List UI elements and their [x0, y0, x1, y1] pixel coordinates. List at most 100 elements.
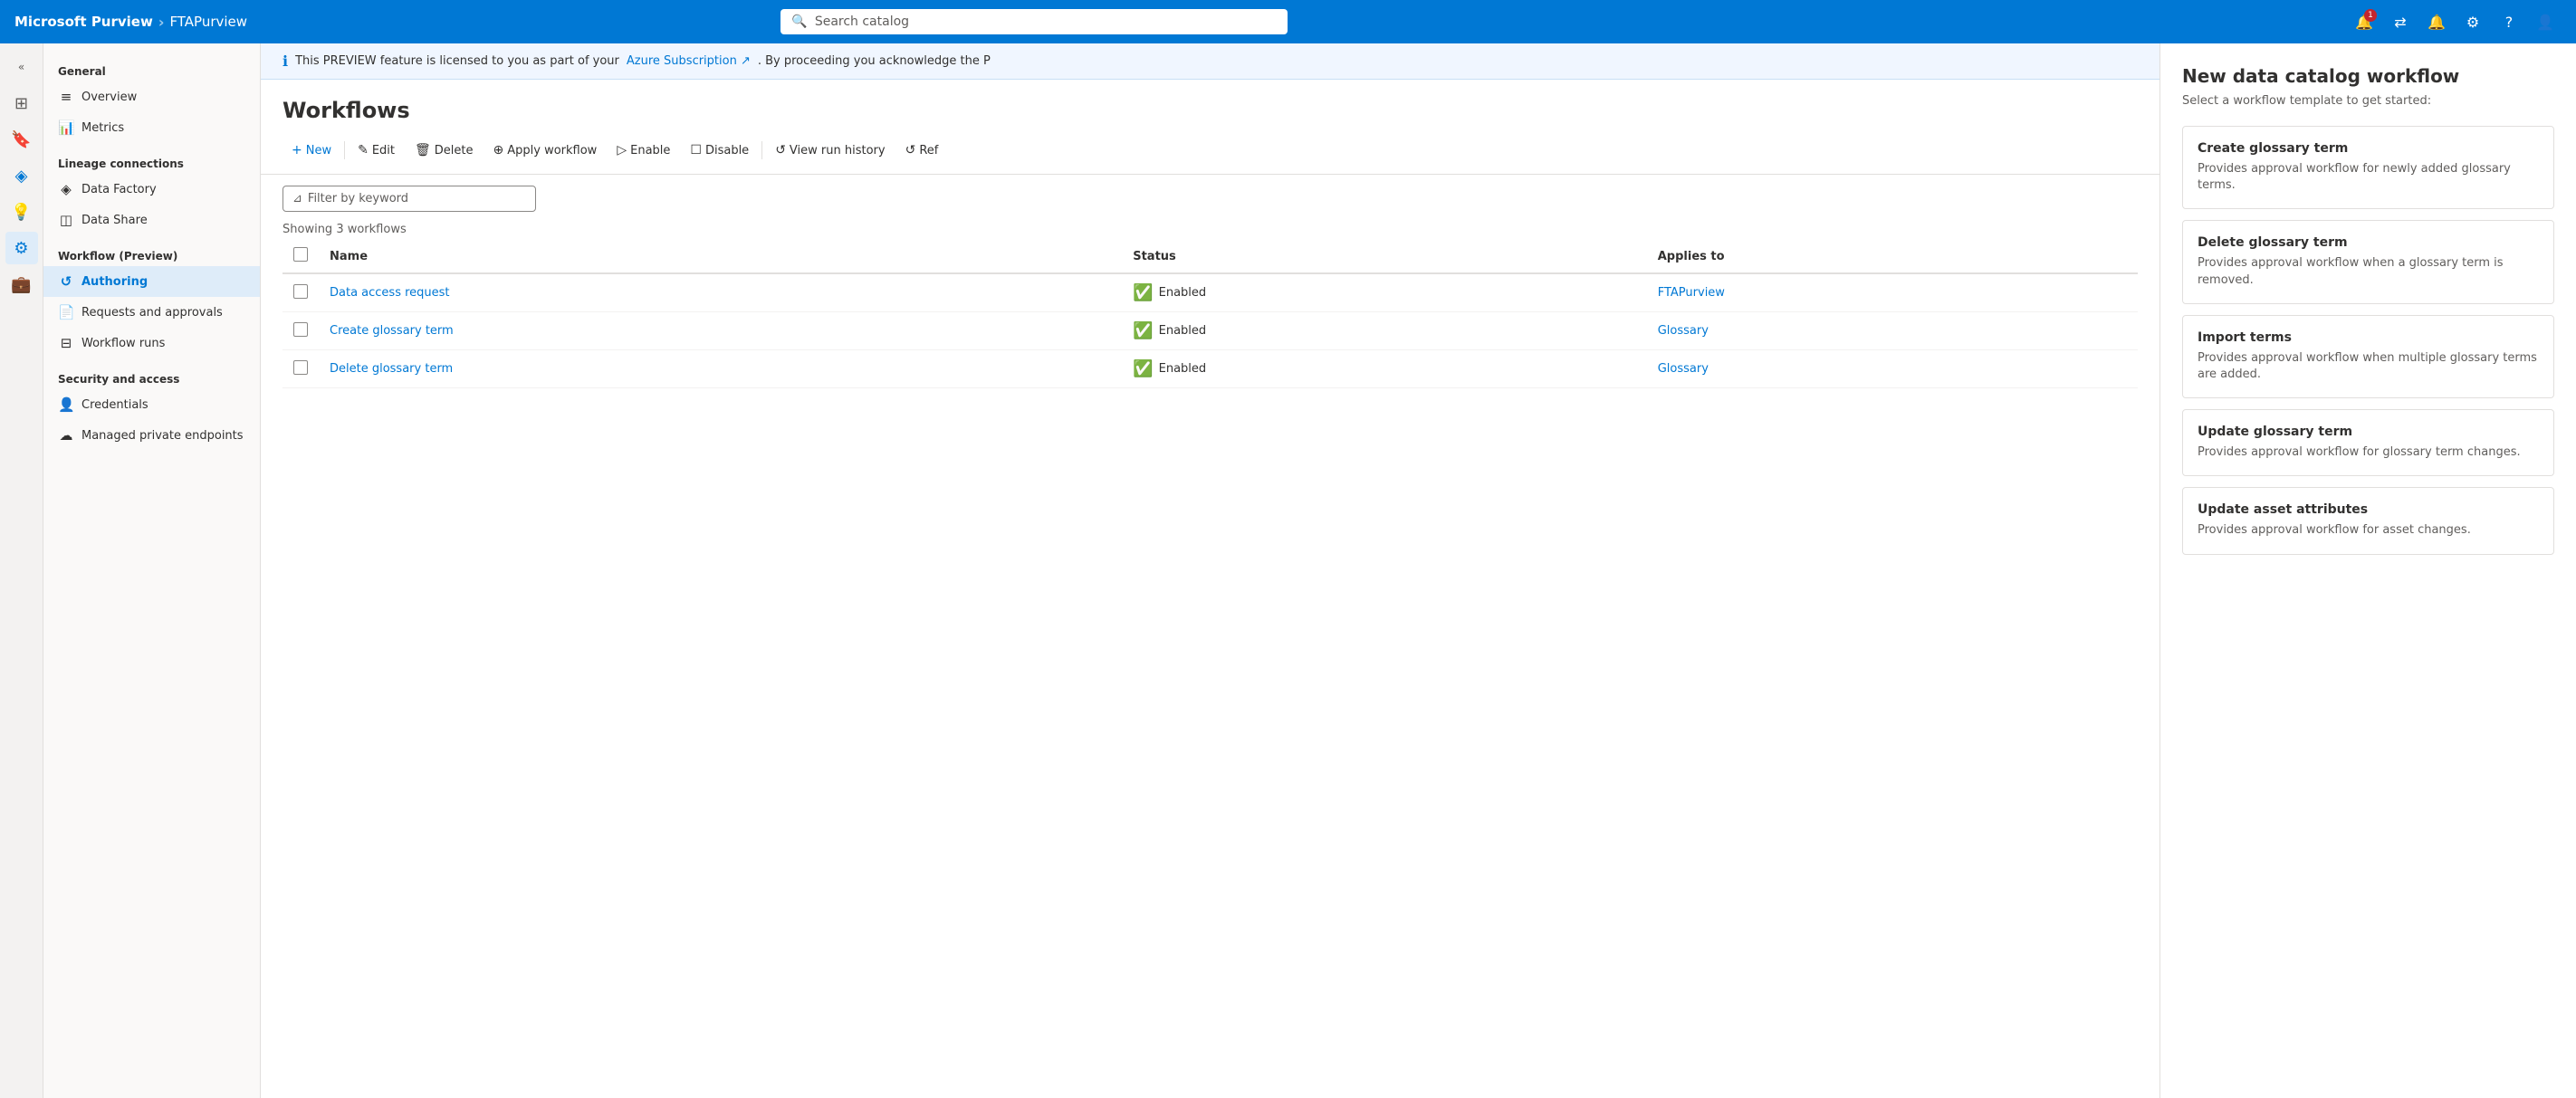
- azure-subscription-link[interactable]: Azure Subscription ↗: [627, 54, 751, 68]
- row-checkbox-0[interactable]: [293, 284, 308, 299]
- leftnav: General ≡ Overview 📊 Metrics Lineage con…: [43, 43, 261, 1098]
- applies-to-link[interactable]: FTAPurview: [1658, 286, 1725, 300]
- enable-button[interactable]: ▷ Enable: [608, 138, 679, 163]
- sidebar-item-data-share-label: Data Share: [81, 214, 148, 227]
- workflow-name-link[interactable]: Data access request: [330, 286, 450, 300]
- sidebar-item-credentials-label: Credentials: [81, 398, 148, 412]
- template-card-3[interactable]: Update glossary term Provides approval w…: [2182, 409, 2554, 476]
- sidebar-item-overview[interactable]: ≡ Overview: [43, 81, 260, 112]
- table-container: Name Status Applies to Data access reque…: [261, 240, 2159, 388]
- brand-sub: FTAPurview: [169, 14, 247, 30]
- refresh-button[interactable]: ↺ Ref: [896, 138, 948, 163]
- security-section-label: Security and access: [43, 358, 260, 389]
- select-all-checkbox[interactable]: [293, 247, 308, 262]
- requests-icon: 📄: [58, 304, 74, 320]
- new-icon: +: [292, 143, 302, 158]
- main-content: ℹ This PREVIEW feature is licensed to yo…: [261, 43, 2159, 1098]
- help-button[interactable]: ?: [2493, 5, 2525, 38]
- enable-label: Enable: [630, 144, 670, 158]
- delete-button[interactable]: 🗑 Delete: [406, 138, 483, 163]
- row-checkbox-cell: [282, 273, 319, 312]
- template-card-desc-4: Provides approval workflow for asset cha…: [2198, 522, 2539, 539]
- table-header: Name Status Applies to: [282, 240, 2138, 273]
- template-card-title-3: Update glossary term: [2198, 425, 2539, 439]
- template-card-4[interactable]: Update asset attributes Provides approva…: [2182, 487, 2554, 554]
- sidebar-item-data-factory[interactable]: ◈ Data Factory: [43, 174, 260, 205]
- workflow-section-label: Workflow (Preview): [43, 235, 260, 266]
- apply-workflow-button[interactable]: ⊕ Apply workflow: [484, 138, 607, 163]
- view-run-history-button[interactable]: ↺ View run history: [766, 138, 894, 163]
- sidebar-item-managed-endpoints-label: Managed private endpoints: [81, 429, 244, 443]
- table-body: Data access request ✅ Enabled FTAPurview…: [282, 273, 2138, 388]
- template-card-desc-0: Provides approval workflow for newly add…: [2198, 161, 2539, 194]
- sidebar-item-workflow-runs-label: Workflow runs: [81, 337, 165, 350]
- catalog-sidebar-button[interactable]: 🔖: [5, 123, 38, 156]
- management-sidebar-button[interactable]: ⚙: [5, 232, 38, 264]
- bell-button[interactable]: 🔔: [2420, 5, 2453, 38]
- lineage-sidebar-button[interactable]: ◈: [5, 159, 38, 192]
- filter-bar: ⊿ Filter by keyword: [261, 175, 2159, 219]
- row-status-cell: ✅ Enabled: [1122, 312, 1647, 350]
- status-label: Enabled: [1159, 362, 1207, 376]
- workflow-name-link[interactable]: Delete glossary term: [330, 362, 453, 376]
- toolbar: + New ✎ Edit 🗑 Delete ⊕ Apply workflow ▷…: [261, 138, 2159, 175]
- delete-icon: 🗑: [415, 143, 431, 158]
- search-icon: 🔍: [791, 14, 807, 29]
- view-run-history-label: View run history: [790, 144, 886, 158]
- toolbar-divider-1: [344, 141, 345, 159]
- sidebar-item-metrics[interactable]: 📊 Metrics: [43, 112, 260, 143]
- sidebar-item-overview-label: Overview: [81, 91, 137, 104]
- overview-icon: ≡: [58, 89, 74, 105]
- notification-button[interactable]: 🔔 1: [2348, 5, 2380, 38]
- edit-icon: ✎: [358, 143, 369, 158]
- row-checkbox-1[interactable]: [293, 322, 308, 337]
- disable-icon: ☐: [690, 143, 702, 158]
- sidebar-item-authoring[interactable]: ↺ Authoring: [43, 266, 260, 297]
- data-factory-icon: ◈: [58, 181, 74, 197]
- home-sidebar-button[interactable]: ⊞: [5, 87, 38, 119]
- row-checkbox-cell: [282, 350, 319, 388]
- banner-text2: . By proceeding you acknowledge the P: [758, 54, 991, 68]
- filter-input[interactable]: ⊿ Filter by keyword: [282, 186, 536, 212]
- row-checkbox-2[interactable]: [293, 360, 308, 375]
- new-button[interactable]: + New: [282, 138, 340, 163]
- insights-sidebar-button[interactable]: 💡: [5, 196, 38, 228]
- refresh-label: Ref: [919, 144, 938, 158]
- icon-sidebar: « ⊞ 🔖 ◈ 💡 ⚙ 💼: [0, 43, 43, 1098]
- edit-label: Edit: [372, 144, 395, 158]
- applies-to-link[interactable]: Glossary: [1658, 362, 1709, 376]
- template-card-2[interactable]: Import terms Provides approval workflow …: [2182, 315, 2554, 398]
- template-card-0[interactable]: Create glossary term Provides approval w…: [2182, 126, 2554, 209]
- sidebar-item-requests-approvals[interactable]: 📄 Requests and approvals: [43, 297, 260, 328]
- profile-button[interactable]: 👤: [2529, 5, 2562, 38]
- brand: Microsoft Purview › FTAPurview: [14, 14, 247, 31]
- sidebar-item-managed-private-endpoints[interactable]: ☁ Managed private endpoints: [43, 420, 260, 451]
- applies-to-link[interactable]: Glossary: [1658, 324, 1709, 338]
- sidebar-item-data-share[interactable]: ◫ Data Share: [43, 205, 260, 235]
- disable-button[interactable]: ☐ Disable: [681, 138, 758, 163]
- banner-text: This PREVIEW feature is licensed to you …: [295, 54, 619, 68]
- template-card-title-4: Update asset attributes: [2198, 502, 2539, 517]
- switch-directory-button[interactable]: ⇄: [2384, 5, 2417, 38]
- row-name-cell: Data access request: [319, 273, 1122, 312]
- topnav-icons: 🔔 1 ⇄ 🔔 ⚙ ? 👤: [2348, 5, 2562, 38]
- status-enabled-icon: ✅: [1133, 359, 1153, 378]
- template-card-1[interactable]: Delete glossary term Provides approval w…: [2182, 220, 2554, 303]
- new-label: New: [306, 144, 331, 158]
- sidebar-item-credentials[interactable]: 👤 Credentials: [43, 389, 260, 420]
- row-checkbox-cell: [282, 312, 319, 350]
- sidebar-item-data-factory-label: Data Factory: [81, 183, 157, 196]
- toolbar-divider-2: [761, 141, 762, 159]
- header-applies-to: Applies to: [1647, 240, 2138, 273]
- row-status-cell: ✅ Enabled: [1122, 273, 1647, 312]
- sidebar-item-requests-label: Requests and approvals: [81, 306, 223, 320]
- briefcase-sidebar-button[interactable]: 💼: [5, 268, 38, 301]
- expand-sidebar-button[interactable]: «: [5, 51, 38, 83]
- row-applies-to-cell: Glossary: [1647, 312, 2138, 350]
- search-bar[interactable]: 🔍 Search catalog: [780, 9, 1288, 34]
- general-section-label: General: [43, 51, 260, 81]
- settings-button[interactable]: ⚙: [2456, 5, 2489, 38]
- sidebar-item-workflow-runs[interactable]: ⊟ Workflow runs: [43, 328, 260, 358]
- workflow-name-link[interactable]: Create glossary term: [330, 324, 454, 338]
- edit-button[interactable]: ✎ Edit: [349, 138, 404, 163]
